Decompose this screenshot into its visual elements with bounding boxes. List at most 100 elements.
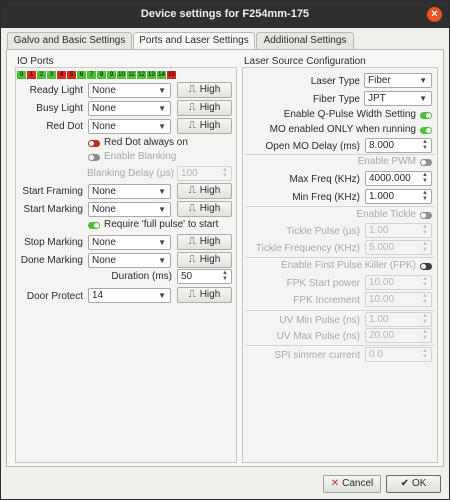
busy-light-high-button[interactable]: ⎍ High	[177, 100, 232, 116]
red-dot-select[interactable]: None ▼	[88, 119, 171, 134]
spi-simmer-label: SPI simmer current	[274, 350, 360, 361]
ok-button[interactable]: ✔ OK	[386, 475, 441, 493]
max-freq-spin[interactable]: 4000.000 ▲ ▼	[365, 171, 432, 186]
busy-light-value: None	[92, 103, 116, 114]
led-port: 1	[27, 71, 36, 79]
fiber-type-select[interactable]: JPT ▼	[364, 91, 432, 106]
done-marking-high-button[interactable]: ⎍ High	[177, 252, 232, 268]
ready-light-label: Ready Light	[29, 85, 83, 96]
spin-arrows-icon: ▲ ▼	[422, 172, 428, 184]
io-port-leds: 0 1 2 3 4 5 6 7 8 9 10 11 12 13 14 15	[17, 71, 177, 79]
stop-marking-select[interactable]: None ▼	[88, 235, 171, 250]
stop-marking-label: Stop Marking	[24, 237, 83, 248]
close-icon[interactable]: ×	[427, 7, 442, 22]
min-freq-spin[interactable]: 1.000 ▲ ▼	[365, 189, 432, 204]
open-mo-delay-spin[interactable]: 8.000 ▲ ▼	[365, 138, 432, 153]
led-port: 9	[107, 71, 116, 79]
uv-min-pulse-spin[interactable]: 1.00 ▲ ▼	[365, 312, 432, 327]
start-marking-select[interactable]: None ▼	[88, 202, 171, 217]
start-framing-value: None	[92, 186, 116, 197]
ready-light-select[interactable]: None ▼	[88, 83, 171, 98]
pulse-icon: ⎍	[188, 102, 196, 113]
enable-q-pulse-toggle[interactable]	[420, 112, 432, 119]
stop-marking-high-button[interactable]: ⎍ High	[177, 234, 232, 250]
uv-max-pulse-spin[interactable]: 20.00 ▲ ▼	[365, 328, 432, 343]
cancel-label: Cancel	[342, 478, 374, 489]
led-port: 0	[17, 71, 26, 79]
tickle-pulse-spin[interactable]: 1.00 ▲ ▼	[365, 223, 432, 238]
high-label: High	[199, 120, 221, 131]
blanking-delay-label: Blanking Delay (µs)	[87, 168, 174, 179]
high-label: High	[199, 254, 221, 265]
cancel-icon: ✕	[330, 478, 340, 489]
tab-ports-laser[interactable]: Ports and Laser Settings	[133, 32, 255, 50]
done-marking-select[interactable]: None ▼	[88, 253, 171, 268]
led-port: 2	[37, 71, 46, 79]
spin-arrows-icon: ▲ ▼	[422, 241, 428, 253]
high-label: High	[199, 203, 221, 214]
pulse-icon: ⎍	[188, 120, 196, 131]
red-dot-always-on-toggle[interactable]	[88, 140, 100, 147]
spin-arrows-icon: ▲ ▼	[422, 293, 428, 305]
divider	[245, 257, 435, 258]
chevron-down-icon: ▼	[158, 187, 166, 196]
fpk-increment-spin[interactable]: 10.00 ▲ ▼	[365, 292, 432, 307]
tickle-frequency-spin[interactable]: 5.000 ▲ ▼	[365, 240, 432, 255]
ready-light-high-button[interactable]: ⎍ High	[177, 82, 232, 98]
red-dot-label: Red Dot	[46, 121, 83, 132]
io-ports-title: IO Ports	[17, 56, 54, 67]
door-protect-high-button[interactable]: ⎍ High	[177, 287, 232, 303]
start-marking-value: None	[92, 204, 116, 215]
mo-enabled-toggle[interactable]	[420, 127, 432, 134]
start-marking-high-button[interactable]: ⎍ High	[177, 201, 232, 217]
done-marking-value: None	[92, 255, 116, 266]
spi-simmer-spin[interactable]: 0.0 ▲ ▼	[365, 347, 432, 362]
led-port: 10	[117, 71, 126, 79]
chevron-down-icon: ▼	[158, 238, 166, 247]
spin-arrows-icon: ▲ ▼	[422, 329, 428, 341]
led-port: 12	[137, 71, 146, 79]
stop-marking-value: None	[92, 237, 116, 248]
tab-galvo-basic[interactable]: Galvo and Basic Settings	[7, 32, 132, 49]
enable-fpk-toggle[interactable]	[420, 263, 432, 270]
blanking-delay-spin[interactable]: 100 ▲ ▼	[177, 166, 232, 181]
title-bar: Device settings for F254mm-175 ×	[1, 1, 449, 28]
start-framing-high-button[interactable]: ⎍ High	[177, 183, 232, 199]
tickle-pulse-label: Tickle Pulse (µs)	[286, 226, 360, 237]
door-protect-select[interactable]: 14 ▼	[88, 288, 171, 303]
duration-spin[interactable]: 50 ▲ ▼	[177, 269, 232, 284]
done-marking-label: Done Marking	[20, 255, 83, 266]
spin-arrows-icon: ▲ ▼	[422, 276, 428, 288]
pulse-icon: ⎍	[188, 185, 196, 196]
open-mo-delay-label: Open MO Delay (ms)	[265, 141, 360, 152]
chevron-down-icon: ▼	[158, 122, 166, 131]
require-full-pulse-label: Require 'full pulse' to start	[104, 219, 219, 230]
cancel-button[interactable]: ✕ Cancel	[323, 475, 381, 493]
chevron-down-icon: ▼	[419, 76, 427, 85]
led-port: 8	[97, 71, 106, 79]
device-settings-window: Device settings for F254mm-175 × Galvo a…	[0, 0, 450, 500]
enable-pwm-toggle[interactable]	[420, 159, 432, 166]
divider	[245, 310, 435, 311]
high-label: High	[199, 102, 221, 113]
busy-light-label: Busy Light	[36, 103, 83, 114]
red-dot-high-button[interactable]: ⎍ High	[177, 118, 232, 134]
pulse-icon: ⎍	[188, 289, 196, 300]
tickle-frequency-value: 5.000	[369, 242, 395, 253]
door-protect-label: Door Protect	[26, 291, 83, 302]
start-framing-select[interactable]: None ▼	[88, 184, 171, 199]
chevron-down-icon: ▼	[158, 291, 166, 300]
require-full-pulse-toggle[interactable]	[88, 222, 100, 229]
max-freq-value: 4000.000	[369, 173, 411, 184]
high-label: High	[199, 84, 221, 95]
spin-arrows-icon: ▲ ▼	[422, 139, 428, 151]
enable-tickle-toggle[interactable]	[420, 212, 432, 219]
red-dot-always-on-label: Red Dot always on	[104, 137, 188, 148]
fpk-start-power-spin[interactable]: 10.00 ▲ ▼	[365, 275, 432, 290]
divider	[245, 345, 435, 346]
enable-blanking-toggle[interactable]	[88, 154, 100, 161]
tab-additional[interactable]: Additional Settings	[256, 32, 354, 49]
laser-type-select[interactable]: Fiber ▼	[364, 73, 432, 88]
led-port: 13	[147, 71, 156, 79]
busy-light-select[interactable]: None ▼	[88, 101, 171, 116]
